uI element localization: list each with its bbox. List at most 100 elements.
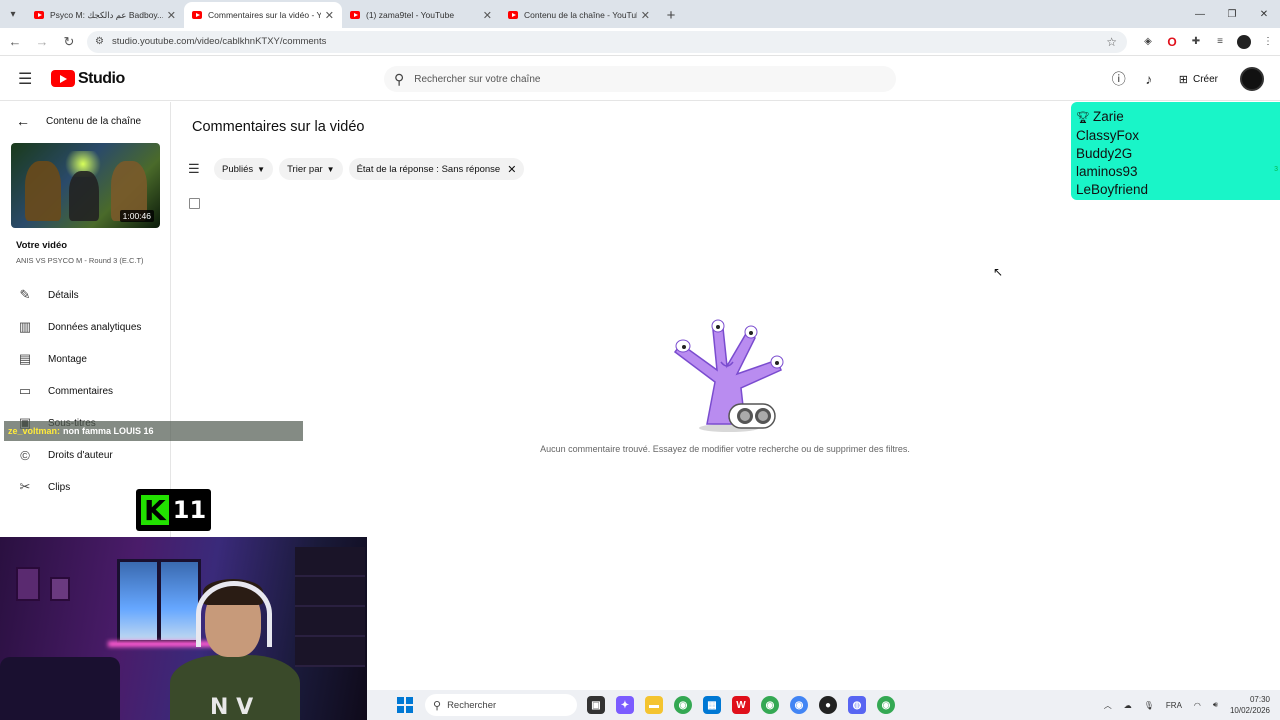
browser-tab[interactable]: (1) zama9tel - YouTube ✕ [342,2,500,28]
remove-filter-icon[interactable]: ✕ [507,163,516,176]
youtube-favicon-icon [350,11,360,19]
bookmark-star-icon[interactable]: ☆ [1106,35,1117,49]
windows-start-icon[interactable] [397,697,413,713]
kebab-menu-icon[interactable]: ⋮ [1261,35,1275,49]
extension-icons: ◈ O ✚ ≡ ⋮ [1141,34,1275,49]
sort-by-chip[interactable]: Trier par ▼ [279,158,343,180]
tab-search-menu-icon[interactable]: ▾ [0,0,26,28]
back-to-channel-content[interactable]: ← Contenu de la chaîne [0,102,170,140]
headphones-icon [196,581,272,647]
close-window-icon[interactable]: ✕ [1248,0,1280,28]
back-arrow-icon: ← [16,113,30,129]
back-label: Contenu de la chaîne [46,115,142,127]
clock[interactable]: 07:30 10/02/2026 [1230,694,1270,716]
browser-tab[interactable]: Contenu de la chaîne - YouTube ✕ [500,2,658,28]
published-filter-chip[interactable]: Publiés ▼ [214,158,274,180]
chrome-profile-icon[interactable]: ◉ [790,696,808,714]
sidebar-nav: ✎ Détails ▥ Données analytiques ▤ Montag… [0,279,171,503]
chrome-profile-icon[interactable]: ◉ [761,696,779,714]
leaderboard-entry: 🏆︎ Zarie [1076,109,1124,124]
help-icon[interactable]: ⓘ [1111,69,1127,89]
pencil-icon: ✎ [19,287,31,302]
reply-state-chip[interactable]: État de la réponse : Sans réponse ✕ [348,158,525,180]
sidebar-item-copyright[interactable]: © Droits d'auteur [0,439,171,471]
sidebar-item-editor[interactable]: ▤ Montage [0,343,171,375]
create-button[interactable]: ⊞ Créer [1171,66,1226,92]
video-thumbnail[interactable]: 1:00:46 [11,143,160,228]
filter-icon[interactable]: ☰ [188,161,204,177]
video-title: ANIS VS PSYCO M - Round 3 (E.C.T) [16,256,144,265]
sidebar-item-label: Commentaires [48,385,114,397]
film-icon: ▤ [18,351,32,366]
browser-tab[interactable]: Psyco M: عم دالكجك Badboy... ✕ [26,2,184,28]
logo-text: Studio [78,69,125,87]
sidebar-item-analytics[interactable]: ▥ Données analytiques [0,311,171,343]
network-icon[interactable]: ☁ [1124,701,1132,710]
stream-leaderboard-overlay: 🏆︎ Zarie ClassyFox Buddy2G laminos93 LeBo… [1071,102,1280,200]
new-tab-button[interactable]: + [658,2,684,28]
chrome-icon[interactable]: ◉ [877,696,895,714]
notifications-bell-icon[interactable]: ♪ [1141,71,1157,87]
create-label: Créer [1192,73,1218,85]
trophy-icon: 🏆︎ [1076,112,1090,124]
opera-icon[interactable]: O [1165,35,1179,49]
url-text: studio.youtube.com/video/cablkhnKTXY/com… [111,36,327,47]
tab-title: Psyco M: عم دالكجك Badboy... [50,9,163,20]
task-view-icon[interactable]: ▣ [587,696,605,714]
taskbar-search[interactable]: ⚲ Rechercher [425,694,577,716]
copilot-icon[interactable]: ✦ [616,696,634,714]
youtube-favicon-icon [34,11,44,19]
your-video-label: Votre vidéo [16,240,68,251]
search-box[interactable]: ⚲ [384,66,896,92]
back-icon[interactable]: ← [3,30,27,54]
channel-avatar[interactable] [1240,67,1264,91]
search-input[interactable] [414,73,855,85]
chrome-icon[interactable]: ◉ [674,696,692,714]
leaderboard-edge-text: 3 [1274,166,1278,173]
restore-icon[interactable]: ❐ [1216,0,1248,28]
create-video-icon: ⊞ [1178,73,1188,86]
sidebar-item-comments[interactable]: ▭ Commentaires [0,375,171,407]
reload-icon[interactable]: ↻ [57,30,81,54]
store-icon[interactable]: ▦ [703,696,721,714]
close-tab-icon[interactable]: ✕ [483,9,492,22]
language-indicator[interactable]: FRA [1166,701,1182,710]
puzzle-icon[interactable]: ✚ [1189,35,1203,49]
header-actions: ⓘ ♪ ⊞ Créer [1111,66,1264,92]
close-tab-icon[interactable]: ✕ [167,9,176,22]
extension-icon[interactable]: ◈ [1141,35,1155,49]
close-tab-icon[interactable]: ✕ [641,9,650,22]
studio-logo[interactable]: Studio [51,70,125,88]
chevron-down-icon: ▼ [326,164,335,174]
clock-time: 07:30 [1249,695,1270,704]
obs-icon[interactable]: ● [819,696,837,714]
discord-icon[interactable]: ◍ [848,696,866,714]
minimize-icon[interactable]: — [1184,0,1216,28]
playlist-icon[interactable]: ≡ [1213,35,1227,49]
volume-icon[interactable]: 🔊︎ [1213,700,1218,710]
forward-icon[interactable]: → [30,30,54,54]
chat-username: ze_voltman: [8,426,61,436]
sidebar-item-details[interactable]: ✎ Détails [0,279,171,311]
file-explorer-icon[interactable]: ▬ [645,696,663,714]
wifi-icon[interactable]: ◠ [1194,701,1201,710]
comment-icon: ▭ [18,383,32,398]
select-all-checkbox[interactable] [189,198,200,209]
shirt-text: N V [210,695,254,720]
windows-taskbar: ⚲ Rechercher ▣ ✦ ▬ ◉ ▦ W ◉ ◉ ● ◍ ◉ ︿ ☁ 🎙… [367,690,1280,720]
url-field[interactable]: ⚙ studio.youtube.com/video/cablkhnKTXY/c… [87,30,1127,53]
site-info-icon[interactable]: ⚙ [95,36,104,47]
profile-avatar-icon[interactable] [1237,34,1251,49]
clock-date: 10/02/2026 [1229,706,1270,715]
webcam-overlay: N V [0,537,367,720]
tab-title: Contenu de la chaîne - YouTube [524,10,637,20]
microphone-icon[interactable]: 🎙︎ [1144,701,1154,710]
close-tab-icon[interactable]: ✕ [325,9,334,22]
hamburger-menu-icon[interactable]: ☰ [18,69,38,89]
tab-title: (1) zama9tel - YouTube [366,10,455,20]
browser-tab-active[interactable]: Commentaires sur la vidéo - Yo ✕ [184,2,342,28]
tray-chevron-icon[interactable]: ︿ [1104,700,1112,711]
wps-icon[interactable]: W [732,696,750,714]
search-icon[interactable]: ⚲ [394,71,404,88]
mouse-cursor-icon: ↖ [993,265,1004,279]
